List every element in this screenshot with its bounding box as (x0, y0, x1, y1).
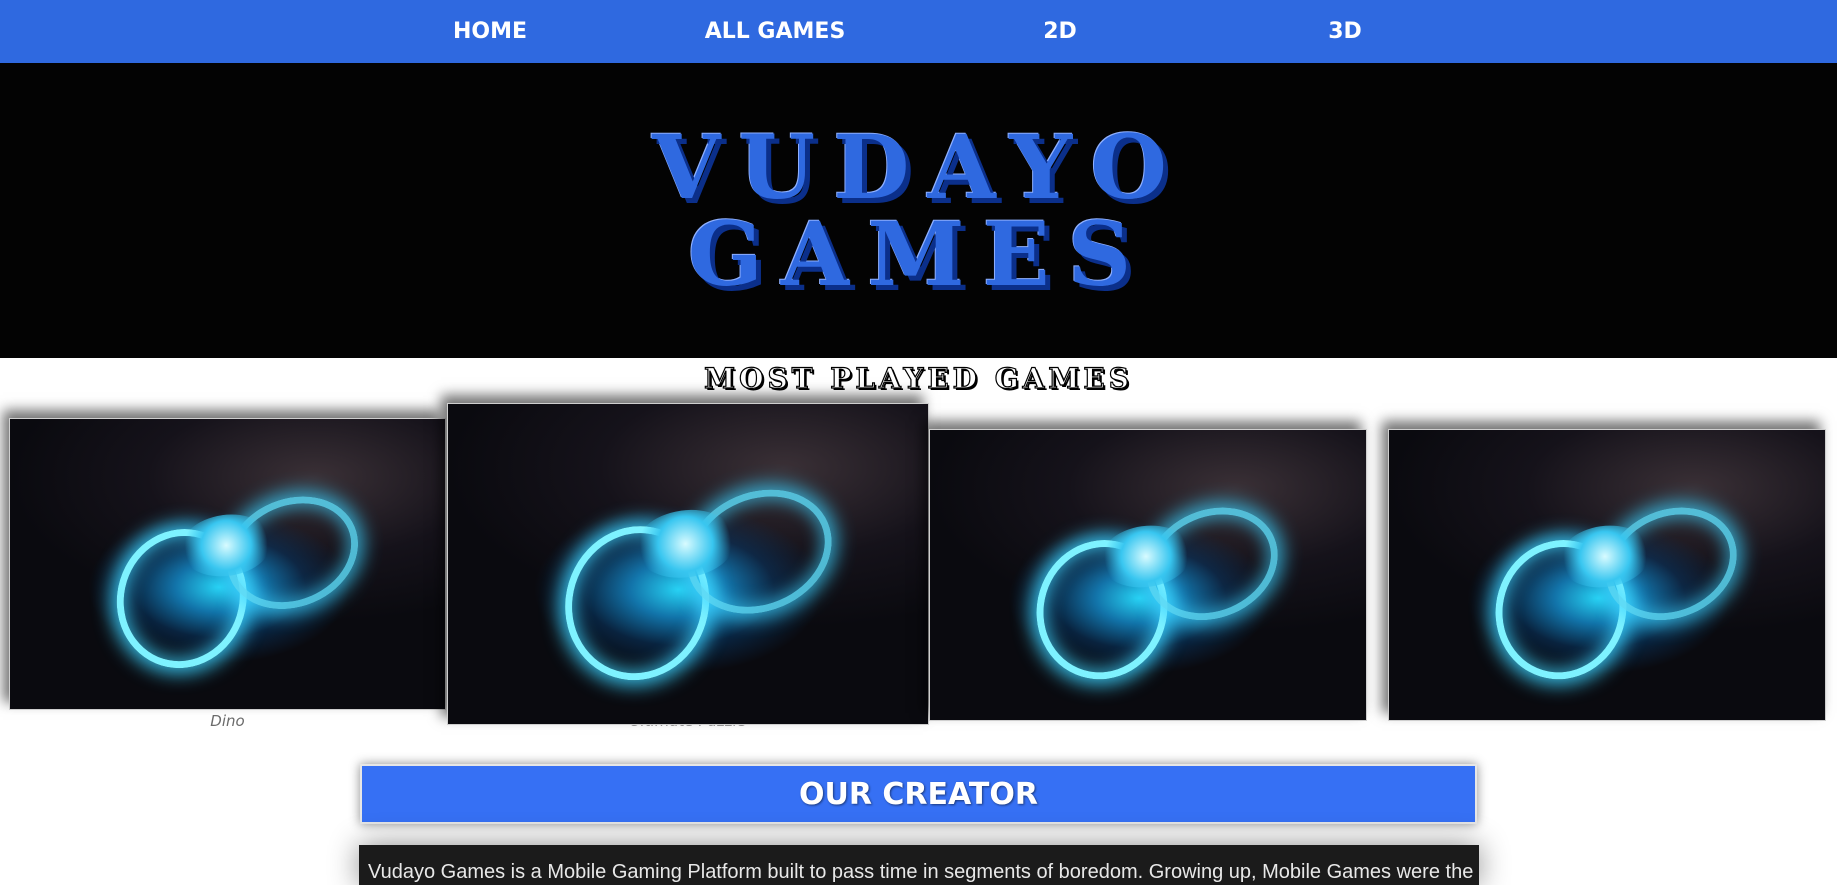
game-card-dino[interactable] (9, 418, 446, 710)
nav-2d-link[interactable]: 2D (1043, 0, 1077, 63)
game-card-4[interactable] (1388, 429, 1826, 721)
game-card-ultimate-puzzle[interactable] (447, 403, 929, 725)
game-controller-image (1012, 482, 1305, 698)
hero-banner: VUDAYO GAMES (0, 63, 1837, 358)
creator-header: OUR CREATOR (360, 764, 1477, 824)
game-controller-image (92, 471, 384, 687)
creator-description-box: Vudayo Games is a Mobile Gaming Platform… (359, 845, 1479, 885)
most-played-title: MOST PLAYED GAMES (703, 361, 1133, 395)
site-logo-line-1: VUDAYO (652, 115, 1185, 219)
game-controller-image (539, 461, 861, 699)
nav-home-link[interactable]: HOME (453, 0, 527, 63)
top-nav: HOME ALL GAMES 2D 3D (0, 0, 1837, 63)
creator-description: Vudayo Games is a Mobile Gaming Platform… (368, 861, 1474, 883)
creator-title: OUR CREATOR (799, 776, 1038, 812)
site-logo-line-2: GAMES (687, 202, 1150, 306)
game-controller-image (1471, 482, 1764, 698)
game-card-3[interactable] (929, 429, 1367, 721)
nav-3d-link[interactable]: 3D (1328, 0, 1362, 63)
game-caption: Dino (210, 712, 245, 730)
nav-all-games-link[interactable]: ALL GAMES (705, 0, 846, 63)
